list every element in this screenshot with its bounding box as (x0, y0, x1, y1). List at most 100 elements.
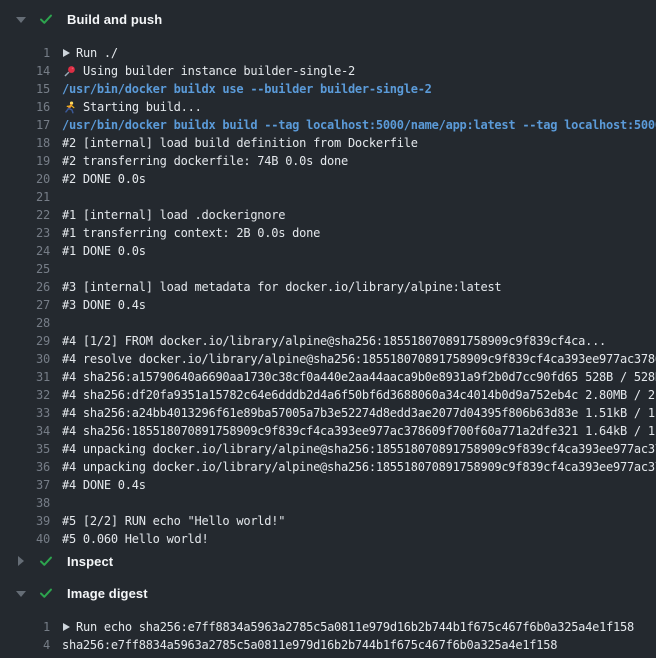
line-number[interactable]: 27 (0, 296, 50, 314)
line-number[interactable]: 34 (0, 422, 50, 440)
check-icon (38, 585, 54, 601)
log-line: 36 #4 unpacking docker.io/library/alpine… (0, 458, 656, 476)
line-text: #3 [internal] load metadata for docker.i… (62, 278, 656, 296)
pushpin-icon (62, 64, 77, 78)
log-lines: 1 Run ./ 14 Using builder instance build… (0, 44, 656, 548)
log-section-inspect: Inspect (0, 548, 656, 574)
line-number[interactable]: 15 (0, 80, 50, 98)
line-number[interactable]: 1 (0, 44, 50, 62)
line-number[interactable]: 17 (0, 116, 50, 134)
chevron-right-icon[interactable] (16, 556, 26, 566)
line-number[interactable]: 32 (0, 386, 50, 404)
log-line: 32 #4 sha256:df20fa9351a15782c64e6dddb2d… (0, 386, 656, 404)
log-line: 39 #5 [2/2] RUN echo "Hello world!" (0, 512, 656, 530)
log-line: 34 #4 sha256:185518070891758909c9f839cf4… (0, 422, 656, 440)
line-number[interactable]: 30 (0, 350, 50, 368)
line-text: #2 transferring dockerfile: 74B 0.0s don… (62, 152, 656, 170)
line-number[interactable]: 36 (0, 458, 50, 476)
log-line: 40 #5 0.060 Hello world! (0, 530, 656, 548)
log-line: 22 #1 [internal] load .dockerignore (0, 206, 656, 224)
line-text: sha256:e7ff8834a5963a2785c5a0811e979d16b… (62, 636, 656, 654)
line-number[interactable]: 28 (0, 314, 50, 332)
line-number[interactable]: 33 (0, 404, 50, 422)
log-line: 15 /usr/bin/docker buildx use --builder … (0, 80, 656, 98)
log-line: 35 #4 unpacking docker.io/library/alpine… (0, 440, 656, 458)
line-text: #1 [internal] load .dockerignore (62, 206, 656, 224)
line-text: /usr/bin/docker buildx build --tag local… (62, 116, 656, 134)
line-number[interactable]: 19 (0, 152, 50, 170)
line-text: /usr/bin/docker buildx use --builder bui… (62, 80, 656, 98)
play-expand-icon[interactable] (62, 623, 70, 632)
check-icon (38, 553, 54, 569)
line-text: Using builder instance builder-single-2 (83, 62, 656, 80)
log-line: 17 /usr/bin/docker buildx build --tag lo… (0, 116, 656, 134)
log-line: 38 (0, 494, 656, 512)
line-number[interactable]: 1 (0, 618, 50, 636)
line-number[interactable]: 25 (0, 260, 50, 278)
line-number[interactable]: 31 (0, 368, 50, 386)
line-text: #2 [internal] load build definition from… (62, 134, 656, 152)
log-line: 27 #3 DONE 0.4s (0, 296, 656, 314)
line-number[interactable]: 35 (0, 440, 50, 458)
log-line: 29 #4 [1/2] FROM docker.io/library/alpin… (0, 332, 656, 350)
line-text: #2 DONE 0.0s (62, 170, 656, 188)
check-icon (38, 11, 54, 27)
line-number[interactable]: 4 (0, 636, 50, 654)
line-text: #5 [2/2] RUN echo "Hello world!" (62, 512, 656, 530)
log-section-build-and-push: Build and push 1 Run ./ 14 Using builder… (0, 6, 656, 548)
line-text: #4 sha256:185518070891758909c9f839cf4ca3… (62, 422, 656, 440)
line-text: #4 resolve docker.io/library/alpine@sha2… (62, 350, 656, 368)
line-number[interactable]: 22 (0, 206, 50, 224)
line-number[interactable]: 18 (0, 134, 50, 152)
log-line: 31 #4 sha256:a15790640a6690aa1730c38cf0a… (0, 368, 656, 386)
log-line: 26 #3 [internal] load metadata for docke… (0, 278, 656, 296)
line-number[interactable]: 16 (0, 98, 50, 116)
line-number[interactable]: 14 (0, 62, 50, 80)
play-expand-icon[interactable] (62, 49, 70, 58)
line-number[interactable]: 26 (0, 278, 50, 296)
line-number[interactable]: 37 (0, 476, 50, 494)
line-number[interactable]: 39 (0, 512, 50, 530)
log-line: 23 #1 transferring context: 2B 0.0s done (0, 224, 656, 242)
line-text: #4 sha256:a15790640a6690aa1730c38cf0a440… (62, 368, 656, 386)
line-text: Run echo sha256:e7ff8834a5963a2785c5a081… (76, 618, 656, 636)
log-section-image-digest: Image digest 1 Run echo sha256:e7ff8834a… (0, 580, 656, 654)
log-line: 21 (0, 188, 656, 206)
log-line: 25 (0, 260, 656, 278)
log-line: 24 #1 DONE 0.0s (0, 242, 656, 260)
line-number[interactable]: 38 (0, 494, 50, 512)
line-text: Starting build... (83, 98, 656, 116)
line-text: #4 sha256:df20fa9351a15782c64e6dddb2d4a6… (62, 386, 656, 404)
line-number[interactable]: 20 (0, 170, 50, 188)
line-number[interactable]: 24 (0, 242, 50, 260)
log-line: 14 Using builder instance builder-single… (0, 62, 656, 80)
line-text: #4 unpacking docker.io/library/alpine@sh… (62, 458, 656, 476)
log-line: 18 #2 [internal] load build definition f… (0, 134, 656, 152)
line-number[interactable]: 21 (0, 188, 50, 206)
log-line: 19 #2 transferring dockerfile: 74B 0.0s … (0, 152, 656, 170)
chevron-down-icon[interactable] (16, 14, 26, 24)
line-text: #4 DONE 0.4s (62, 476, 656, 494)
line-text: Run ./ (76, 44, 656, 62)
chevron-down-icon[interactable] (16, 588, 26, 598)
line-text: #4 unpacking docker.io/library/alpine@sh… (62, 440, 656, 458)
line-number[interactable]: 23 (0, 224, 50, 242)
workflow-log: Build and push 1 Run ./ 14 Using builder… (0, 0, 656, 654)
log-lines: 1 Run echo sha256:e7ff8834a5963a2785c5a0… (0, 618, 656, 654)
section-header-build-and-push[interactable]: Build and push (0, 6, 656, 32)
section-header-image-digest[interactable]: Image digest (0, 580, 656, 606)
section-header-inspect[interactable]: Inspect (0, 548, 656, 574)
line-text: #1 transferring context: 2B 0.0s done (62, 224, 656, 242)
line-number[interactable]: 40 (0, 530, 50, 548)
line-number[interactable]: 29 (0, 332, 50, 350)
log-line: 20 #2 DONE 0.0s (0, 170, 656, 188)
line-text: #4 [1/2] FROM docker.io/library/alpine@s… (62, 332, 656, 350)
log-line: 4 sha256:e7ff8834a5963a2785c5a0811e979d1… (0, 636, 656, 654)
line-text: #1 DONE 0.0s (62, 242, 656, 260)
runner-icon (62, 100, 77, 114)
log-line: 1 Run ./ (0, 44, 656, 62)
line-text: #4 sha256:a24bb4013296f61e89ba57005a7b3e… (62, 404, 656, 422)
log-line: 1 Run echo sha256:e7ff8834a5963a2785c5a0… (0, 618, 656, 636)
log-line: 30 #4 resolve docker.io/library/alpine@s… (0, 350, 656, 368)
section-title: Inspect (67, 554, 113, 569)
